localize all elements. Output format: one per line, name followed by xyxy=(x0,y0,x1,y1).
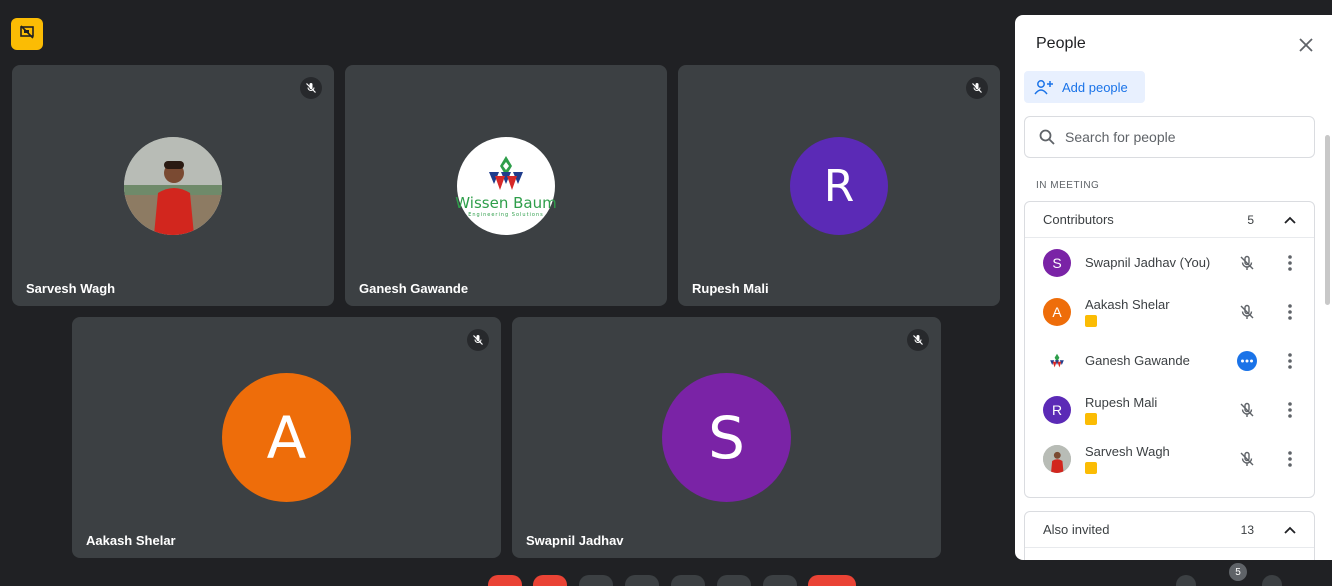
captions-button[interactable] xyxy=(579,575,613,586)
avatar: S xyxy=(1043,248,1071,277)
presentation-badge[interactable] xyxy=(11,18,43,50)
mic-off-icon xyxy=(1235,300,1259,324)
more-options-button[interactable] xyxy=(1278,251,1302,275)
person-name: Rupesh Mali xyxy=(1085,394,1158,410)
person-name: Ganesh Gawande xyxy=(1085,353,1190,368)
mic-off-icon xyxy=(1235,447,1259,471)
close-icon xyxy=(1299,38,1313,52)
person-name: Sarvesh Wagh xyxy=(1085,443,1170,459)
present-button[interactable] xyxy=(671,575,705,586)
company-logo: Wissen Baum Engineering Solutions xyxy=(455,137,557,235)
list-item[interactable]: Sarvesh Wagh xyxy=(1025,434,1314,483)
group-label: Also invited xyxy=(1043,522,1110,537)
also-invited-header[interactable]: Also invited 13 xyxy=(1025,512,1314,548)
avatar-letter: A xyxy=(222,373,351,502)
chevron-up-icon xyxy=(1284,216,1296,224)
also-invited-group: Also invited 13 xyxy=(1024,511,1315,560)
scrollbar[interactable] xyxy=(1325,135,1330,305)
contributors-group: Contributors 5 S Swapnil Jadhav (You) A … xyxy=(1024,201,1315,498)
more-options-button[interactable] xyxy=(763,575,797,586)
add-person-icon xyxy=(1034,80,1053,95)
avatar-photo xyxy=(1043,444,1071,473)
group-count: 13 xyxy=(1240,522,1254,537)
end-call-button[interactable] xyxy=(808,575,856,586)
mic-off-icon xyxy=(907,329,929,351)
presentation-off-icon xyxy=(19,24,35,45)
raise-hand-button[interactable] xyxy=(625,575,659,586)
camera-button[interactable] xyxy=(533,575,567,586)
control-bar xyxy=(0,575,1332,586)
avatar-photo xyxy=(124,137,222,235)
mic-off-icon xyxy=(467,329,489,351)
avatar-letter: R xyxy=(790,137,888,235)
group-label: Contributors xyxy=(1043,212,1114,227)
video-tile-sarvesh[interactable]: Sarvesh Wagh xyxy=(12,65,334,306)
more-options-button[interactable] xyxy=(1278,398,1302,422)
speaking-icon xyxy=(1235,349,1259,373)
more-vert-icon xyxy=(1288,304,1292,320)
mic-off-icon xyxy=(300,77,322,99)
participant-name: Swapnil Jadhav xyxy=(526,533,624,548)
more-options-button[interactable] xyxy=(1278,349,1302,373)
more-vert-icon xyxy=(1288,353,1292,369)
presenting-icon xyxy=(1085,461,1097,474)
search-input[interactable] xyxy=(1065,129,1295,145)
logo-subtext: Engineering Solutions xyxy=(468,212,544,218)
presenting-icon xyxy=(1085,314,1097,327)
list-item[interactable]: A Aakash Shelar xyxy=(1025,287,1314,336)
mic-off-icon xyxy=(966,77,988,99)
chevron-up-icon xyxy=(1284,526,1296,534)
group-count: 5 xyxy=(1247,212,1254,227)
list-item[interactable]: Ganesh Gawande xyxy=(1025,336,1314,385)
participant-count-badge: 5 xyxy=(1229,563,1247,581)
avatar-letter: S xyxy=(662,373,791,502)
search-icon xyxy=(1039,129,1055,145)
reactions-button[interactable] xyxy=(717,575,751,586)
more-options-button[interactable] xyxy=(1278,300,1302,324)
mic-off-icon xyxy=(1235,398,1259,422)
participant-name: Sarvesh Wagh xyxy=(26,281,116,296)
info-button[interactable] xyxy=(1176,575,1196,586)
close-panel-button[interactable] xyxy=(1294,33,1318,57)
chat-button[interactable] xyxy=(1262,575,1282,586)
section-label: IN MEETING xyxy=(1036,180,1100,191)
more-vert-icon xyxy=(1288,255,1292,271)
video-tile-aakash[interactable]: A Aakash Shelar xyxy=(72,317,501,558)
avatar: R xyxy=(1043,395,1071,424)
mic-off-icon xyxy=(1235,251,1259,275)
more-vert-icon xyxy=(1288,451,1292,467)
more-vert-icon xyxy=(1288,402,1292,418)
logo-mark-icon xyxy=(489,156,523,190)
contributors-header[interactable]: Contributors 5 xyxy=(1025,202,1314,238)
avatar-logo xyxy=(1043,346,1071,375)
search-box xyxy=(1024,116,1315,158)
people-panel: People Add people IN MEETING Contributor… xyxy=(1015,15,1332,560)
mic-button[interactable] xyxy=(488,575,522,586)
participant-name: Rupesh Mali xyxy=(692,281,769,296)
participant-name: Aakash Shelar xyxy=(86,533,176,548)
list-item[interactable]: R Rupesh Mali xyxy=(1025,385,1314,434)
add-people-label: Add people xyxy=(1062,79,1128,95)
more-options-button[interactable] xyxy=(1278,447,1302,471)
video-tile-ganesh[interactable]: Wissen Baum Engineering Solutions Ganesh… xyxy=(345,65,667,306)
video-tile-swapnil[interactable]: S Swapnil Jadhav xyxy=(512,317,941,558)
video-tile-rupesh[interactable]: R Rupesh Mali xyxy=(678,65,1000,306)
avatar: A xyxy=(1043,297,1071,326)
logo-text: Wissen Baum xyxy=(455,194,557,212)
person-name: Aakash Shelar xyxy=(1085,296,1170,312)
participant-name: Ganesh Gawande xyxy=(359,281,469,296)
presenting-icon xyxy=(1085,412,1097,425)
panel-title: People xyxy=(1036,35,1086,52)
person-name: Swapnil Jadhav (You) xyxy=(1085,255,1211,270)
list-item[interactable]: S Swapnil Jadhav (You) xyxy=(1025,238,1314,287)
add-people-button[interactable]: Add people xyxy=(1024,71,1145,103)
